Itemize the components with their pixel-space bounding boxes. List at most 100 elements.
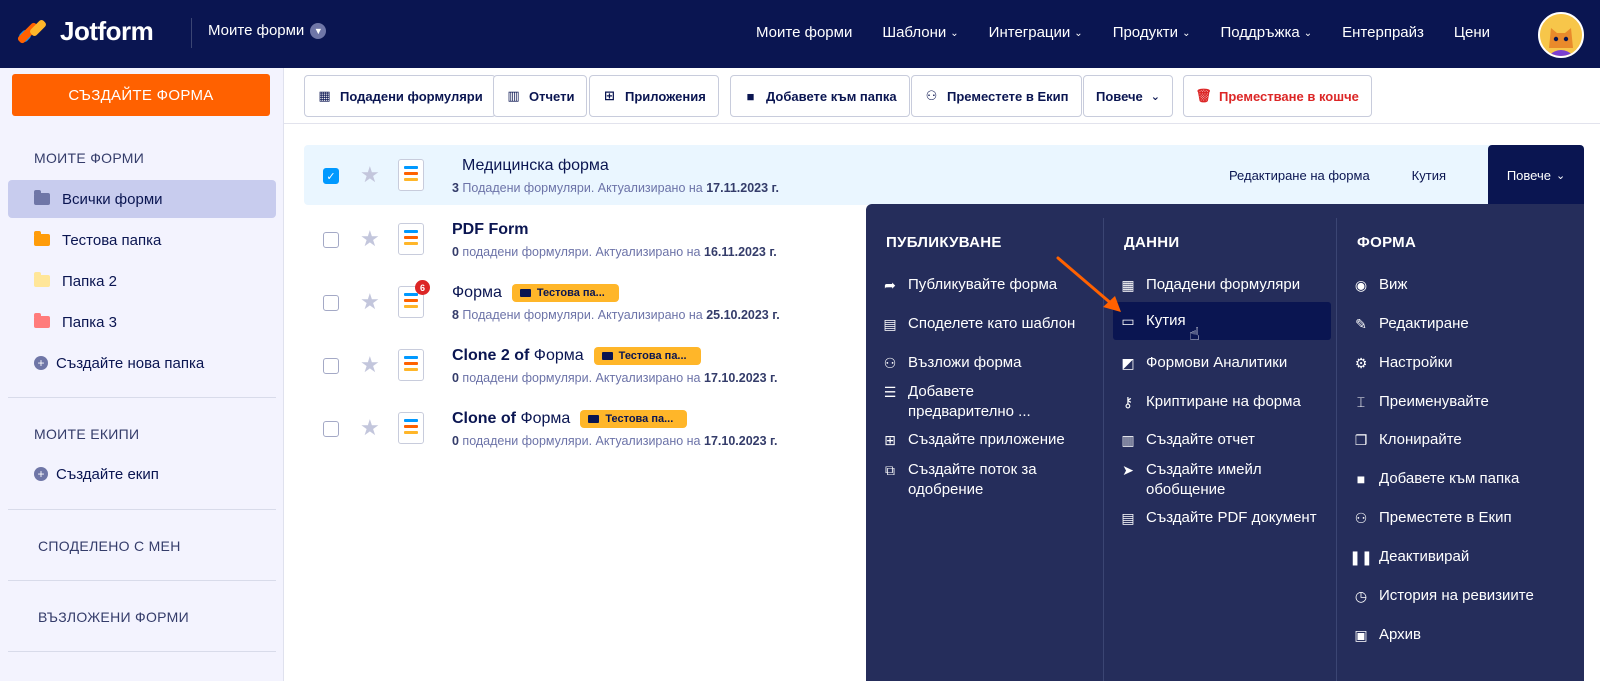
menu-item-rename[interactable]: ⌶ Преименувайте [1353, 392, 1489, 412]
menu-item-clone[interactable]: ❐ Клонирайте [1353, 430, 1462, 450]
folder-tag[interactable]: Тестова па... [593, 347, 701, 365]
brand-name: Jotform [60, 16, 154, 46]
submissions-button[interactable]: ▦ Подадени формуляри [304, 75, 496, 117]
submission-count: 8 [452, 308, 459, 322]
plus-circle-icon: + [34, 467, 48, 481]
menu-item-edit[interactable]: ✎ Редактиране [1353, 314, 1469, 334]
star-icon[interactable]: ★ [360, 226, 380, 252]
menu-item-form-analytics[interactable]: ◩ Формови Аналитики [1120, 353, 1287, 373]
menu-item-create-report[interactable]: ▥ Създайте отчет [1120, 430, 1254, 450]
menu-item-deactivate[interactable]: ❚❚ Деактивирай [1349, 547, 1469, 567]
form-icon: 6 [398, 280, 430, 318]
nav-support[interactable]: Поддръжка ⌄ [1220, 24, 1312, 41]
star-icon[interactable]: ★ [360, 162, 380, 188]
form-title[interactable]: Clone of Форма Тестова па... [452, 410, 688, 428]
menu-column-divider [1336, 218, 1337, 681]
menu-item-label: Създайте поток за одобрение [908, 461, 1037, 498]
share-arrow-icon: ➦ [884, 277, 896, 293]
menu-item-approval-flow[interactable]: ⧉ Създайте поток за одобрение [882, 460, 1082, 500]
form-heading: ФОРМА [1357, 234, 1417, 251]
reports-button[interactable]: ▥ Отчети [493, 75, 588, 117]
move-to-trash-button[interactable]: 🗑 Преместване в кошче [1183, 75, 1372, 117]
my-forms-switcher[interactable]: Моите форми ▼ [208, 22, 327, 39]
folder-tag[interactable]: Тестова па... [511, 284, 619, 302]
toolbar-more-button[interactable]: Повече ⌄ [1083, 75, 1173, 117]
menu-item-prefill[interactable]: ☰ Добавете предварително ... [882, 382, 1077, 422]
menu-item-email-digest[interactable]: ➤ Създайте имейл обобщение [1120, 460, 1310, 500]
menu-item-add-to-folder[interactable]: ■ Добавете към папка [1353, 469, 1520, 489]
nav-pricing[interactable]: Цени [1454, 24, 1490, 41]
inbox-link[interactable]: Кутия [1412, 168, 1446, 183]
menu-item-label: Кутия [1146, 312, 1186, 329]
menu-item-settings[interactable]: ⚙ Настройки [1353, 353, 1453, 373]
assigned-forms-link[interactable]: ВЪЗЛОЖЕНИ ФОРМИ [38, 609, 189, 625]
menu-item-inbox[interactable]: ▭ Кутия [1113, 302, 1331, 340]
menu-item-assign-form[interactable]: ⚇ Възложи форма [882, 353, 1022, 373]
row-checkbox[interactable] [323, 232, 339, 248]
sidebar-item-folder-3[interactable]: Папка 3 [8, 303, 276, 341]
pdf-icon: ▤ [1121, 510, 1135, 526]
form-row-medical[interactable]: ✓ ★ Медицинска форма 3 Подадени формуляр… [304, 145, 1584, 205]
folder-icon [34, 272, 50, 287]
form-title[interactable]: Медицинска форма [452, 157, 609, 175]
shared-with-me-link[interactable]: СПОДЕЛЕНО С МЕН [38, 538, 181, 554]
menu-item-create-app[interactable]: ⊞ Създайте приложение [882, 430, 1065, 450]
forms-toolbar: ▦ Подадени формуляри ▥ Отчети ⊞ Приложен… [284, 68, 1600, 124]
nav-my-forms[interactable]: Моите форми [756, 24, 852, 41]
nav-integrations[interactable]: Интеграции ⌄ [989, 24, 1083, 41]
create-team-label: Създайте екип [56, 465, 159, 483]
menu-item-publish-form[interactable]: ➦ Публикувайте форма [882, 275, 1057, 295]
form-title-bold: Clone of [452, 410, 516, 427]
nav-products[interactable]: Продукти ⌄ [1113, 24, 1191, 41]
create-folder-link[interactable]: + Създайте нова папка [8, 344, 276, 382]
submission-count: 0 [452, 371, 459, 385]
clone-icon: ❐ [1354, 432, 1368, 448]
menu-item-encrypt-form[interactable]: ⚷ Криптиране на форма [1120, 392, 1301, 412]
star-icon[interactable]: ★ [360, 289, 380, 315]
row-checkbox[interactable] [323, 421, 339, 437]
user-avatar[interactable] [1538, 12, 1584, 58]
create-team-link[interactable]: + Създайте екип [8, 455, 276, 493]
form-meta: 0 подадени формуляри. Актуализирано на 1… [452, 371, 777, 385]
create-form-button[interactable]: СЪЗДАЙТЕ ФОРМА [12, 74, 270, 116]
row-checkbox[interactable]: ✓ [323, 168, 339, 184]
updated-date: 16.11.2023 г. [704, 245, 777, 259]
folder-icon [588, 415, 600, 423]
menu-item-share-template[interactable]: ▤ Споделете като шаблон [882, 314, 1075, 334]
nav-templates[interactable]: Шаблони ⌄ [882, 24, 958, 41]
sidebar-item-folder-2[interactable]: Папка 2 [8, 262, 276, 300]
nav-enterprise[interactable]: Ентерпрайз [1342, 24, 1424, 41]
menu-item-revision-history[interactable]: ◷ История на ревизиите [1353, 586, 1534, 606]
menu-item-submissions[interactable]: ▦ Подадени формуляри [1120, 275, 1300, 295]
folder-icon [519, 289, 531, 297]
menu-item-label: Споделете като шаблон [908, 315, 1076, 332]
form-title[interactable]: PDF Form [452, 221, 538, 239]
nav-label: Поддръжка [1220, 24, 1300, 41]
form-title[interactable]: Форма Тестова па... [452, 284, 619, 302]
edit-form-link[interactable]: Редактиране на форма [1229, 168, 1370, 183]
move-to-team-button[interactable]: ⚇ Преместете в Екип [911, 75, 1082, 117]
menu-item-create-pdf[interactable]: ▤ Създайте PDF документ [1120, 508, 1316, 528]
folder-tag[interactable]: Тестова па... [580, 410, 688, 428]
apps-button[interactable]: ⊞ Приложения [589, 75, 719, 117]
menu-item-move-to-team[interactable]: ⚇ Преместете в Екип [1353, 508, 1512, 528]
menu-item-label: Архив [1379, 626, 1422, 643]
row-checkbox[interactable] [323, 358, 339, 374]
form-meta-text: подадени формуляри. Актуализирано на [458, 245, 704, 259]
star-icon[interactable]: ★ [360, 415, 380, 441]
menu-item-label: Формови Аналитики [1146, 354, 1288, 371]
row-more-button[interactable]: Повече ⌄ [1488, 145, 1584, 205]
row-checkbox[interactable] [323, 295, 339, 311]
menu-item-archive[interactable]: ▣ Архив [1353, 625, 1421, 645]
chevron-down-icon: ⌄ [1074, 28, 1083, 39]
sidebar-item-test-folder[interactable]: Тестова папка [8, 221, 276, 259]
nav-label: Шаблони [882, 24, 947, 41]
menu-item-label: Виж [1379, 276, 1408, 293]
star-icon[interactable]: ★ [360, 352, 380, 378]
sidebar-item-all-forms[interactable]: Всички форми [8, 180, 276, 218]
add-to-folder-button[interactable]: ■ Добавете към папка [730, 75, 910, 117]
form-title[interactable]: Clone 2 of Форма Тестова па... [452, 347, 701, 365]
jotform-logo[interactable]: Jotform [16, 16, 154, 47]
chevron-down-icon: ⌄ [950, 28, 959, 39]
menu-item-view[interactable]: ◉ Виж [1353, 275, 1408, 295]
